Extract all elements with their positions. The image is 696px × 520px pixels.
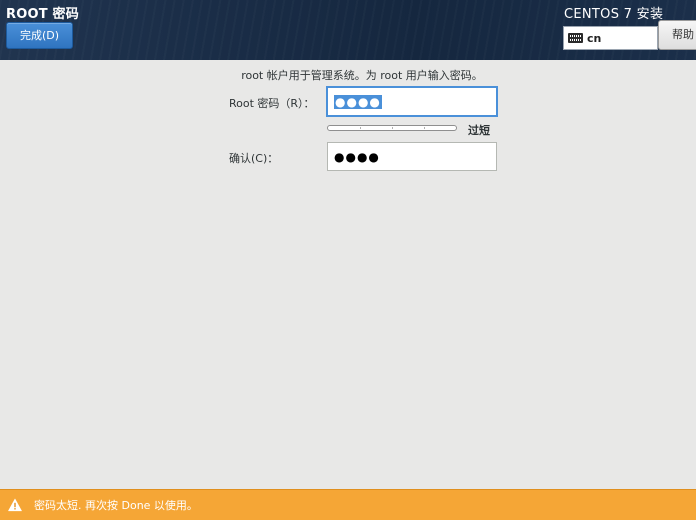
install-title: CENTOS 7 安装 xyxy=(564,7,664,22)
strength-segment-divider xyxy=(392,127,393,129)
strength-segment-divider xyxy=(360,127,361,129)
confirm-password-label: 确认(C)： xyxy=(229,152,279,165)
warning-bar[interactable]: 密码太短. 再次按 Done 以使用。 xyxy=(0,489,696,520)
confirm-password-value: ●●●● xyxy=(334,149,380,164)
keyboard-layout-label: cn xyxy=(587,31,602,45)
warning-triangle-icon xyxy=(8,498,22,512)
strength-segment-divider xyxy=(424,127,425,129)
password-strength-label: 过短 xyxy=(468,124,490,137)
root-password-value: ●●●● xyxy=(334,94,382,109)
root-password-input[interactable]: ●●●● xyxy=(327,87,497,116)
root-password-label: Root 密码（R）： xyxy=(229,97,315,110)
keyboard-icon xyxy=(568,33,583,43)
warning-text: 密码太短. 再次按 Done 以使用。 xyxy=(34,499,198,512)
help-button[interactable]: 帮助 xyxy=(658,20,696,50)
confirm-password-input[interactable]: ●●●● xyxy=(327,142,497,171)
keyboard-layout-indicator[interactable]: cn xyxy=(563,26,658,50)
done-button[interactable]: 完成(D) xyxy=(6,22,73,49)
header-bar: ROOT 密码 完成(D) CENTOS 7 安装 cn 帮助 xyxy=(0,0,696,60)
info-text: root 帐户用于管理系统。为 root 用户输入密码。 xyxy=(241,69,483,82)
anaconda-root-password-screen: ROOT 密码 完成(D) CENTOS 7 安装 cn 帮助 root 帐户用… xyxy=(0,0,696,520)
page-title: ROOT 密码 xyxy=(6,7,79,22)
password-strength-bar xyxy=(327,125,457,131)
